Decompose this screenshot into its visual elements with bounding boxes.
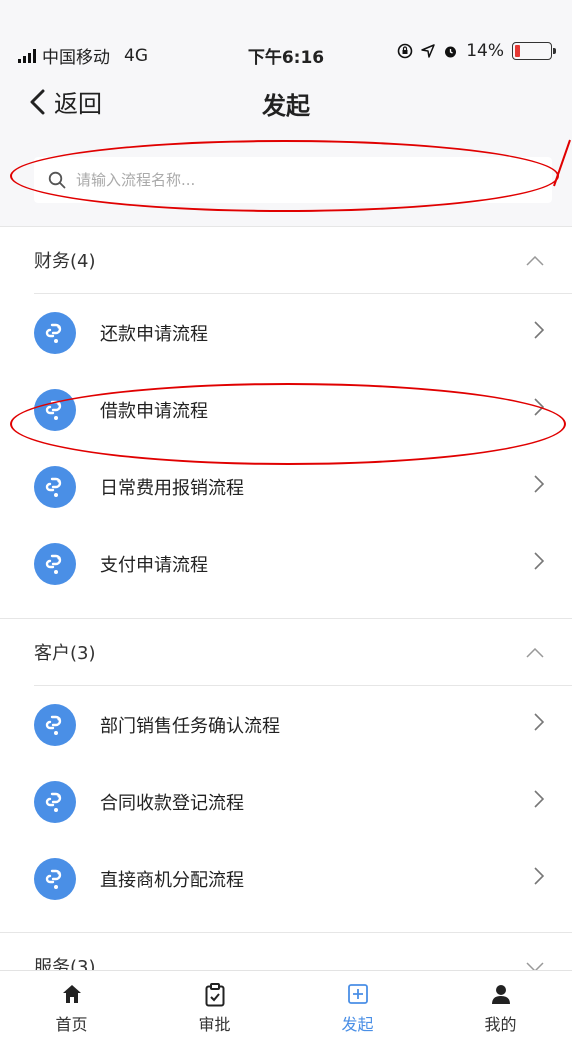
tab-initiate[interactable]: 发起 (286, 971, 429, 1045)
nav-bar: 返回 发起 (0, 78, 572, 130)
battery-icon (512, 42, 556, 60)
chevron-right-icon (534, 320, 545, 344)
flow-list-item[interactable]: 日常费用报销流程 (34, 448, 572, 525)
person-icon (491, 985, 510, 1004)
flow-list-item[interactable]: 部门销售任务确认流程 (34, 686, 572, 763)
tab-bar: 首页 审批 发起 我的 (0, 970, 572, 1045)
tab-home[interactable]: 首页 (0, 971, 143, 1045)
search-box[interactable] (34, 157, 552, 203)
flow-item-label: 合同收款登记流程 (100, 792, 244, 814)
flow-icon (34, 465, 76, 508)
chevron-right-icon (534, 789, 545, 813)
lock-rotation-icon (397, 43, 413, 59)
chevron-right-icon (534, 474, 545, 498)
flow-item-label: 直接商机分配流程 (100, 869, 244, 891)
battery-percent: 14% (466, 41, 504, 61)
tab-label: 首页 (55, 1015, 88, 1034)
section: 财务(4) 还款申请流程 借款申请流程日常费用报销流程 支付申请流程 (0, 226, 572, 602)
section-body: 部门销售任务确认流程 合同收款登记流程 直接商机分配流程 (34, 685, 572, 917)
battery-level (515, 45, 520, 57)
status-right: 14% (397, 41, 556, 61)
location-icon (421, 44, 435, 58)
search-input[interactable] (74, 170, 518, 190)
flow-icon (34, 857, 76, 900)
flow-icon (34, 703, 76, 746)
flow-item-label: 支付申请流程 (100, 554, 208, 576)
section-header[interactable]: 客户(3) (0, 619, 572, 685)
flow-item-label: 日常费用报销流程 (100, 477, 244, 499)
tab-label: 审批 (198, 1015, 231, 1034)
tab-approval[interactable]: 审批 (143, 971, 286, 1045)
section-title: 客户(3) (34, 643, 96, 664)
chevron-right-icon (534, 397, 545, 421)
flow-list-item[interactable]: 借款申请流程 (34, 371, 572, 448)
section-header[interactable]: 财务(4) (0, 227, 572, 293)
flow-icon (34, 780, 76, 823)
flow-icon (34, 311, 76, 354)
status-bar: 中国移动 4G 下午6:16 14% (0, 30, 572, 78)
chevron-right-icon (534, 551, 545, 575)
flow-list-item[interactable]: 合同收款登记流程 (34, 763, 572, 840)
section-title: 财务(4) (34, 251, 96, 272)
flow-list-item[interactable]: 支付申请流程 (34, 525, 572, 602)
chevron-up-icon (526, 251, 544, 270)
tab-mine[interactable]: 我的 (429, 971, 572, 1045)
chevron-right-icon (534, 712, 545, 736)
checklist-icon (205, 983, 224, 1007)
chevron-right-icon (534, 866, 545, 890)
tab-label: 发起 (341, 1015, 374, 1034)
top-gap (0, 0, 572, 30)
flow-item-label: 还款申请流程 (100, 323, 208, 345)
home-icon (62, 985, 81, 1003)
alarm-icon (445, 46, 457, 57)
flow-item-label: 借款申请流程 (100, 400, 208, 422)
section-body: 还款申请流程 借款申请流程日常费用报销流程 支付申请流程 (34, 293, 572, 602)
chevron-up-icon (526, 643, 544, 662)
flow-list-item[interactable]: 还款申请流程 (34, 294, 572, 371)
page-title: 发起 (262, 92, 310, 120)
plus-square-icon (347, 984, 368, 1004)
section: 客户(3) 部门销售任务确认流程 合同收款登记流程 直接商机分配流程 (0, 618, 572, 917)
search-icon (48, 171, 66, 189)
flow-item-label: 部门销售任务确认流程 (100, 715, 280, 737)
tab-label: 我的 (484, 1015, 517, 1034)
annotation-stroke (553, 139, 571, 187)
flow-list-item[interactable]: 直接商机分配流程 (34, 840, 572, 917)
flow-icon (34, 542, 76, 585)
search-area (0, 130, 572, 226)
flow-icon (34, 388, 76, 431)
